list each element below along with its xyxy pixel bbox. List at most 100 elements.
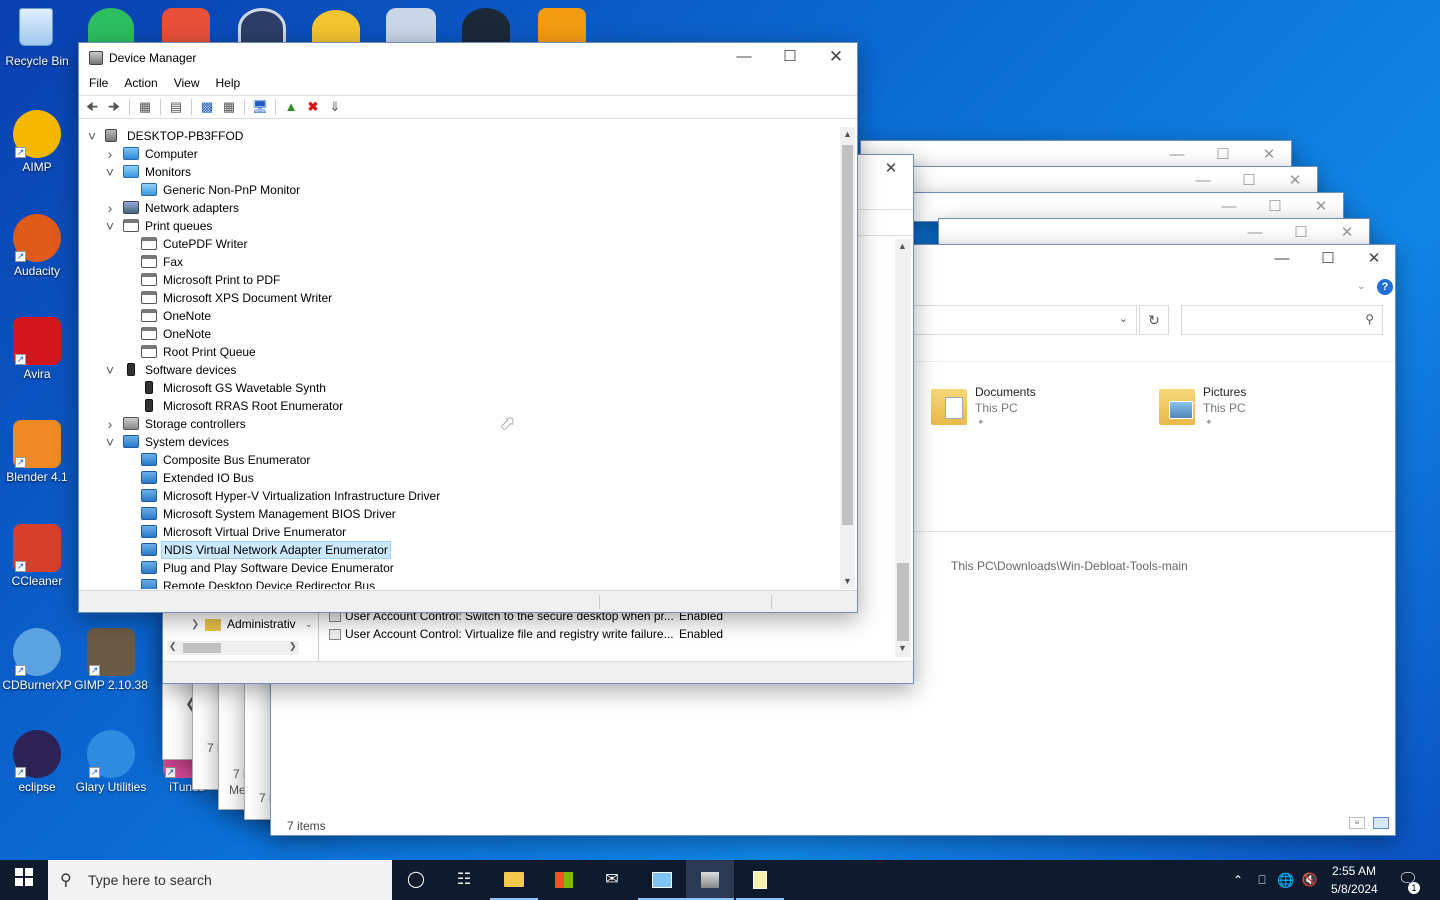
tree-item-administrative[interactable]: Administrativ [227,617,296,631]
vertical-scrollbar[interactable]: ▲ ▼ [840,127,855,589]
tree-node[interactable]: Microsoft Hyper-V Virtualization Infrast… [83,487,823,505]
tree-node[interactable]: CutePDF Writer [83,235,823,253]
scroll-left-icon[interactable]: ❮ [169,641,177,652]
tree-node[interactable]: ˅ Print queues [83,217,823,235]
desktop-shortcut-blender[interactable]: ↗ Blender 4.1 [0,420,74,484]
scroll-down-icon[interactable]: ▼ [898,643,907,653]
recycle-bin-icon[interactable] [14,8,58,54]
vertical-scrollbar[interactable]: ▲ ▼ [895,239,911,657]
chevron-right-icon[interactable]: › [105,415,115,433]
task-view-icon[interactable]: ☷ [452,868,476,892]
menu-view[interactable]: View [174,73,200,95]
maximize-button[interactable]: ☐ [767,43,813,73]
chevron-down-icon[interactable]: ⌄ [1357,281,1365,292]
chevron-down-icon[interactable]: ˅ [105,217,115,235]
power-icon[interactable]: ⎕ [1250,868,1274,892]
download-driver-icon[interactable]: ⇓ [326,98,344,116]
menu-file[interactable]: File [89,73,108,95]
desktop-shortcut-eclipse[interactable]: ↗ eclipse [0,730,74,794]
quick-access-documents[interactable]: Documents This PC ✦ [931,385,1131,433]
tree-pane[interactable]: ❯ Administrativ ❮ ❯ ⌄ [163,605,319,663]
clock-time[interactable]: 2:55 AM [1332,864,1376,878]
large-icons-view-icon[interactable] [1373,817,1389,829]
device-manager-taskbar-icon[interactable] [698,868,722,892]
details-view-icon[interactable]: ≡ [1349,817,1365,829]
chevron-right-icon[interactable]: › [105,199,115,217]
chevron-right-icon[interactable]: ❯ [191,619,199,630]
desktop-shortcut-ccleaner[interactable]: ↗ CCleaner [0,524,74,588]
tree-node[interactable]: Composite Bus Enumerator [83,451,823,469]
tree-node[interactable]: ˅ Monitors [83,163,823,181]
pane-dropdown-icon[interactable]: ⌄ [305,619,313,630]
tree-node[interactable]: OneNote [83,325,823,343]
chevron-down-icon[interactable]: ˅ [105,163,115,181]
scroll-thumb[interactable] [183,643,221,653]
tree-node[interactable]: Remote Desktop Device Redirector Bus [83,577,823,589]
close-button[interactable]: ✕ [1351,245,1397,275]
network-globe-icon[interactable]: 🌐 [1274,868,1298,892]
chevron-down-icon[interactable]: ˅ [105,361,115,379]
scan-hardware-icon[interactable]: 🖥 [251,98,269,116]
desktop-shortcut-avira[interactable]: ↗ Avira [0,317,74,381]
tree-node[interactable]: Microsoft Print to PDF [83,271,823,289]
horizontal-scrollbar[interactable]: ❮ ❯ [167,641,299,655]
tree-node[interactable]: Microsoft System Management BIOS Driver [83,505,823,523]
file-explorer-icon[interactable] [502,868,526,892]
minimize-button[interactable]: — [721,43,767,73]
tree-node[interactable]: OneNote [83,307,823,325]
scroll-thumb[interactable] [897,563,909,641]
action-pane-icon[interactable]: ▦ [220,98,238,116]
scroll-right-icon[interactable]: ❯ [289,641,297,652]
volume-muted-icon[interactable]: 🔇 [1298,868,1322,892]
tree-node[interactable]: › Network adapters [83,199,823,217]
maximize-button[interactable]: ☐ [1305,245,1351,275]
close-button[interactable]: ✕ [868,155,914,185]
desktop-shortcut-gimp[interactable]: ↗ GIMP 2.10.38 [74,628,148,692]
tree-node[interactable]: Generic Non-PnP Monitor [83,181,823,199]
menu-action[interactable]: Action [124,73,157,95]
tree-node[interactable]: › Storage controllers [83,415,823,433]
device-tree[interactable]: ˅ DESKTOP-PB3FFOD › Computer ˅ Monitors Generi… [83,127,839,589]
uninstall-device-icon[interactable]: ✖ [304,98,322,116]
scroll-thumb[interactable] [842,145,853,525]
scroll-down-icon[interactable]: ▼ [840,574,855,589]
tree-node[interactable]: Fax [83,253,823,271]
tree-node[interactable]: ˅ DESKTOP-PB3FFOD [83,127,823,145]
desktop-shortcut-audacity[interactable]: ↗ Audacity [0,214,74,278]
quick-access-pictures[interactable]: Pictures This PC ✦ [1159,385,1359,433]
security-policy-taskbar-icon[interactable] [650,868,674,892]
minimize-button[interactable]: — [1259,245,1305,275]
notepad-icon[interactable] [748,868,772,892]
recent-file-path[interactable]: This PC\Downloads\Win-Debloat-Tools-main [951,559,1188,573]
chevron-right-icon[interactable]: › [105,145,115,163]
device-manager-window[interactable]: Device Manager — ☐ ✕ File Action View He… [78,42,858,613]
address-dropdown-icon[interactable]: ⌄ [1119,312,1128,325]
address-bar[interactable]: ⌄ [911,305,1137,335]
tree-node[interactable]: Root Print Queue [83,343,823,361]
desktop-shortcut-cdburnerxp[interactable]: ↗ CDBurnerXP [0,628,74,692]
tree-node[interactable]: Plug and Play Software Device Enumerator [83,559,823,577]
mail-icon[interactable]: ✉ [600,868,624,892]
tree-node[interactable]: Extended IO Bus [83,469,823,487]
tree-node[interactable]: NDIS Virtual Network Adapter Enumerator [83,541,823,559]
properties-icon[interactable]: ▤ [167,98,185,116]
policy-row[interactable]: User Account Control: Virtualize file an… [329,627,889,643]
help-icon[interactable]: ▩ [198,98,216,116]
tree-node[interactable]: Microsoft RRAS Root Enumerator [83,397,823,415]
search-input[interactable]: ⚲ [1181,305,1383,335]
chevron-down-icon[interactable]: ˅ [87,127,97,145]
update-driver-icon[interactable]: ▲ [282,98,300,116]
tree-node[interactable]: Microsoft GS Wavetable Synth [83,379,823,397]
refresh-button[interactable]: ↻ [1139,305,1169,335]
menu-help[interactable]: Help [216,73,241,95]
tree-node[interactable]: ˅ Software devices [83,361,823,379]
help-icon[interactable]: ? [1377,279,1393,295]
microsoft-store-icon[interactable] [552,868,576,892]
back-arrow-icon[interactable]: 🠈 [83,98,101,116]
desktop-shortcut-glary-utilities[interactable]: ↗ Glary Utilities [74,730,148,794]
desktop-shortcut-recycle-bin[interactable]: Recycle Bin [0,54,74,68]
desktop-shortcut-aimp[interactable]: ↗ AIMP [0,110,74,174]
scroll-up-icon[interactable]: ▲ [840,127,855,142]
tree-node[interactable]: › Computer [83,145,823,163]
clock-date[interactable]: 5/8/2024 [1331,882,1378,896]
